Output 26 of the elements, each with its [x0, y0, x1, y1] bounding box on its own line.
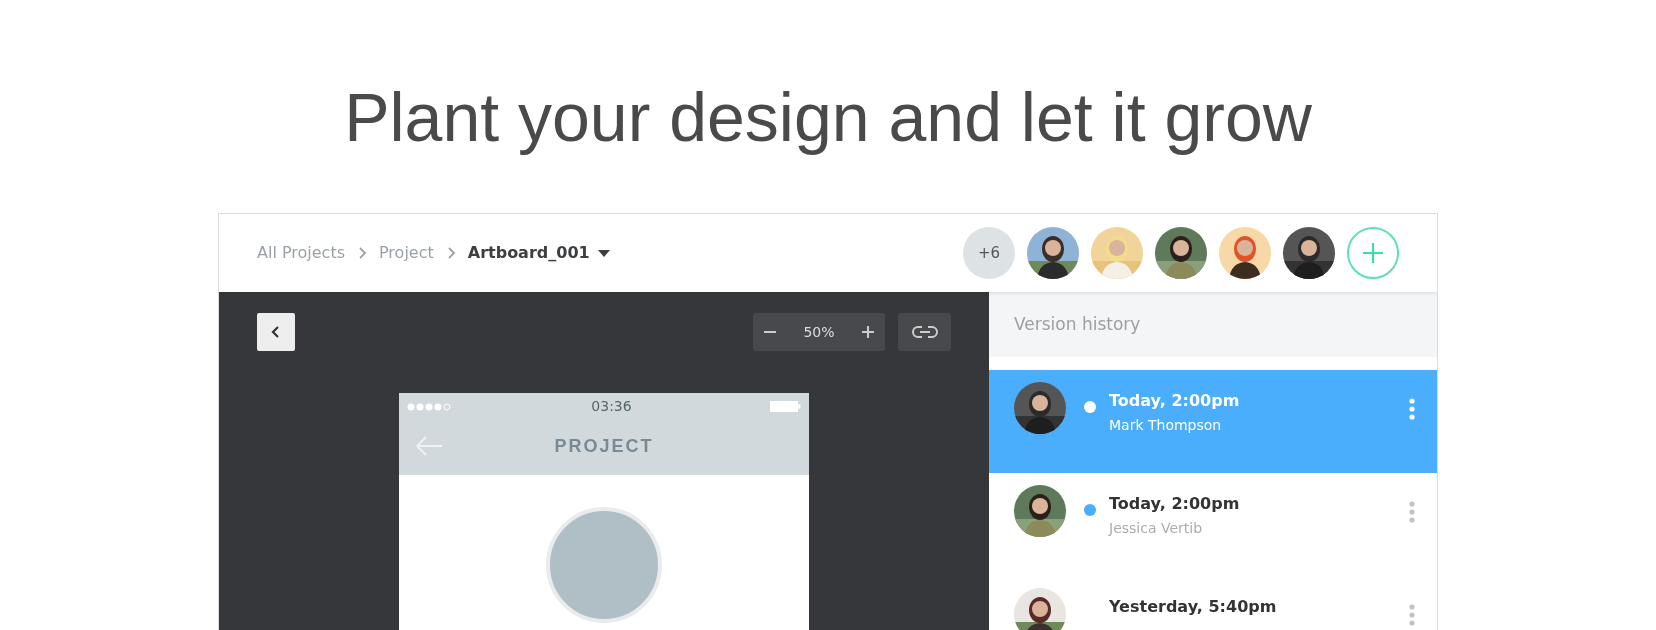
breadcrumb-link[interactable]: Artboard_001 — [467, 241, 590, 265]
link-button[interactable] — [898, 313, 951, 351]
status-time: 03:36 — [591, 397, 632, 416]
page-heading: Plant your design and let it grow — [343, 78, 1313, 157]
link-icon — [911, 325, 938, 339]
version-time: Today, 2:00pm — [1109, 494, 1241, 515]
more-options-button[interactable] — [1409, 396, 1415, 420]
chevron-left-icon — [270, 325, 282, 339]
version-row[interactable]: Yesterday, 5:40pm — [989, 576, 1437, 630]
version-time: Yesterday, 5:40pm — [1109, 597, 1278, 618]
panel-title: Version history — [1014, 312, 1141, 336]
chevron-right-icon — [445, 246, 456, 260]
plus-icon — [861, 325, 875, 339]
version-author: Mark Thompson — [1109, 415, 1223, 435]
version-author: Jessica Vertib — [1109, 518, 1204, 538]
chevron-right-icon — [357, 246, 367, 260]
zoom-level: 50% — [803, 322, 835, 342]
plus-icon — [1362, 242, 1384, 264]
version-row[interactable]: Today, 2:00pm Jessica Vertib — [989, 473, 1437, 576]
back-button[interactable] — [257, 313, 295, 351]
signal-icon — [407, 402, 453, 411]
version-time: Today, 2:00pm — [1109, 391, 1241, 412]
caret-icon[interactable] — [597, 249, 610, 257]
battery-icon — [770, 401, 801, 412]
screen-title: PROJECT — [554, 434, 654, 458]
more-collaborators-badge[interactable]: +6 — [963, 227, 1015, 279]
